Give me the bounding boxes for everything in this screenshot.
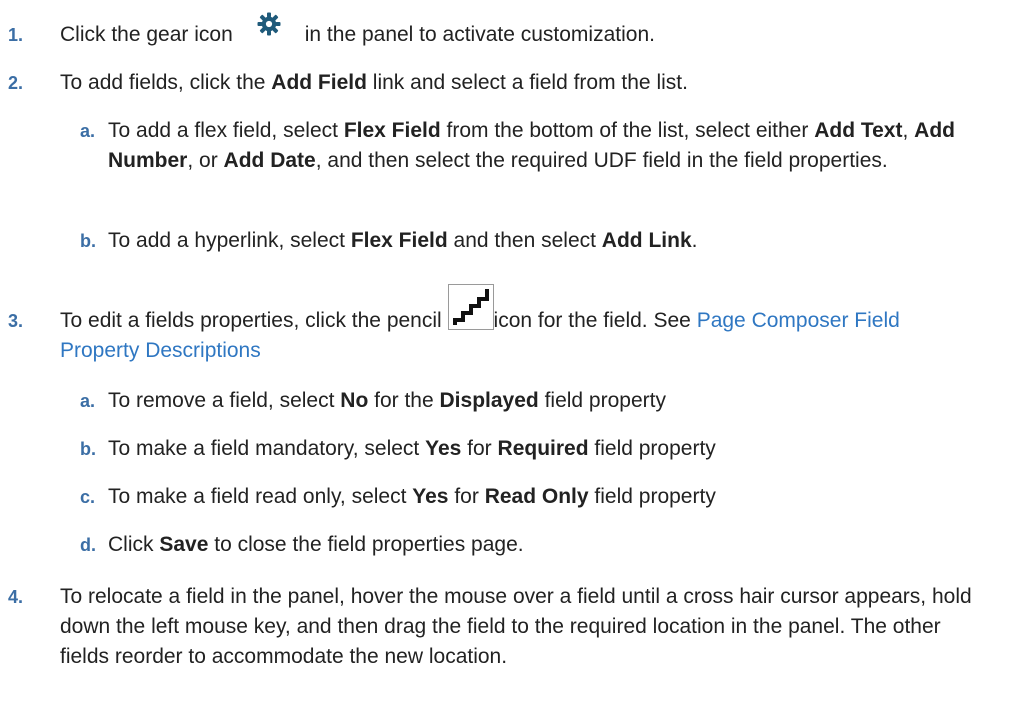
step-text-part: in the panel to activate customization.: [304, 23, 655, 46]
substep-letter: d.: [80, 535, 96, 555]
substep-letter: a.: [80, 121, 96, 141]
substep-letter: c.: [80, 487, 96, 507]
substep-text: To make a field mandatory, select Yes fo…: [108, 437, 716, 460]
step-number: 2.: [8, 73, 24, 93]
substep-text: To add a hyperlink, select Flex Field an…: [108, 229, 698, 252]
step-text: To relocate a field in the panel, hover …: [60, 585, 972, 668]
step-number: 3.: [8, 311, 24, 331]
substep-letter: a.: [80, 391, 96, 411]
step-text: To add fields, click the Add Field link …: [60, 71, 688, 94]
step-text-part: Click the gear icon: [60, 23, 233, 46]
step-text: To edit a fields properties, click the p…: [60, 284, 980, 366]
substep-text: To make a field read only, select Yes fo…: [108, 485, 716, 508]
pencil-icon: [447, 284, 494, 330]
add-field-label: Add Field: [271, 71, 367, 94]
substep-text: To remove a field, select No for the Dis…: [108, 389, 666, 412]
step-text: Click the gear icon in the panel to acti…: [60, 12, 980, 50]
step-number: 4.: [8, 587, 24, 607]
substep-letter: b.: [80, 231, 96, 251]
substep-letter: b.: [80, 439, 96, 459]
step-number: 1.: [8, 25, 24, 45]
gear-icon: [257, 12, 281, 36]
substep-text: Click Save to close the field properties…: [108, 533, 524, 556]
substep-text: To add a flex field, select Flex Field f…: [108, 119, 955, 172]
